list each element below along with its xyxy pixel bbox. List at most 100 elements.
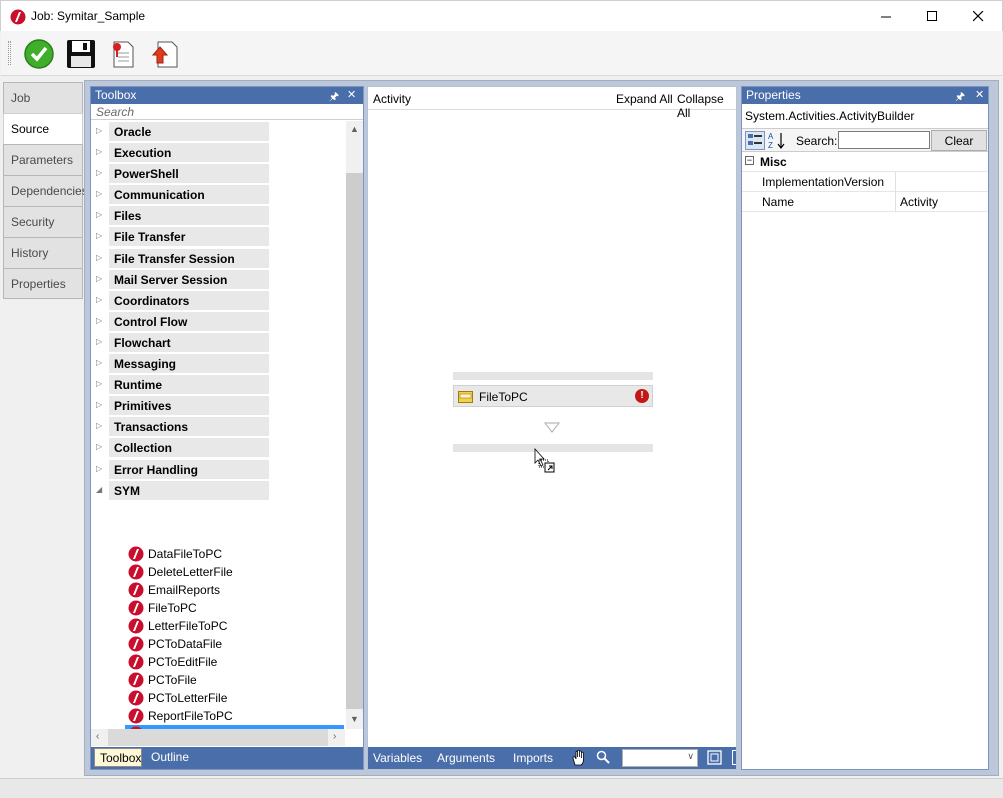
scroll-thumb[interactable] bbox=[346, 173, 363, 709]
designer-breadcrumb[interactable]: Activity bbox=[373, 92, 411, 106]
collapsed-triangle-icon[interactable]: ▷ bbox=[96, 295, 102, 304]
toolbox-category[interactable]: ◢ SYM bbox=[91, 480, 345, 501]
collapsed-triangle-icon[interactable]: ▷ bbox=[96, 337, 102, 346]
minimize-button[interactable] bbox=[863, 1, 909, 31]
check-in-button[interactable] bbox=[22, 37, 56, 71]
collapsed-triangle-icon[interactable]: ▷ bbox=[96, 442, 102, 451]
close-button[interactable] bbox=[955, 1, 1001, 31]
tab-toolbox[interactable]: Toolbox bbox=[94, 748, 142, 767]
properties-page-button[interactable] bbox=[106, 37, 140, 71]
toolbox-item[interactable]: ReportFileToPC bbox=[91, 707, 345, 725]
collapsed-triangle-icon[interactable]: ▷ bbox=[96, 210, 102, 219]
pin-icon[interactable]: 🖈 bbox=[955, 88, 965, 107]
toolbox-item[interactable]: PCToEditFile bbox=[91, 653, 345, 671]
imports-button[interactable]: Imports bbox=[513, 751, 553, 765]
fit-to-screen-icon[interactable] bbox=[707, 750, 722, 765]
toolbox-horizontal-scrollbar[interactable]: ‹ › bbox=[91, 729, 345, 746]
property-value[interactable]: Activity bbox=[895, 192, 988, 212]
activity-filetopc[interactable]: FileToPC ! bbox=[453, 385, 653, 407]
upload-button[interactable] bbox=[148, 37, 182, 71]
toolbox-category[interactable]: ▷ Coordinators bbox=[91, 290, 345, 311]
toolbox-item[interactable]: LetterFileToPC bbox=[91, 617, 345, 635]
clear-button[interactable]: Clear bbox=[931, 130, 987, 151]
toolbox-category[interactable]: ▷ Flowchart bbox=[91, 332, 345, 353]
toolbox-item[interactable]: FileToPC bbox=[91, 599, 345, 617]
collapsed-triangle-icon[interactable]: ▷ bbox=[96, 464, 102, 473]
side-tab-parameters[interactable]: Parameters bbox=[3, 144, 83, 175]
toolbox-category[interactable]: ▷ Execution bbox=[91, 142, 345, 163]
expanded-triangle-icon[interactable]: ◢ bbox=[96, 485, 102, 494]
toolbox-category[interactable]: ▷ Files bbox=[91, 205, 345, 226]
collapsed-triangle-icon[interactable]: ▷ bbox=[96, 168, 102, 177]
property-row-name[interactable]: Name Activity bbox=[742, 192, 988, 212]
toolbox-category[interactable]: ▷ Error Handling bbox=[91, 459, 345, 480]
save-button[interactable] bbox=[64, 37, 98, 71]
toolbox-category[interactable]: ▷ Collection bbox=[91, 437, 345, 458]
toolbox-vertical-scrollbar[interactable]: ▲ ▼ bbox=[346, 121, 363, 729]
overview-icon[interactable] bbox=[732, 750, 736, 765]
toolbox-category[interactable]: ▷ PowerShell bbox=[91, 163, 345, 184]
toolbox-item[interactable]: PCToLetterFile bbox=[91, 689, 345, 707]
collapsed-triangle-icon[interactable]: ▷ bbox=[96, 400, 102, 409]
collapsed-triangle-icon[interactable]: ▷ bbox=[96, 231, 102, 240]
property-row-implementationversion[interactable]: ImplementationVersion bbox=[742, 172, 988, 192]
toolbox-category[interactable]: ▷ File Transfer Session bbox=[91, 248, 345, 269]
scroll-left-icon[interactable]: ‹ bbox=[96, 731, 99, 742]
categorized-view-button[interactable] bbox=[745, 131, 765, 150]
toolbox-item[interactable]: PCToDataFile bbox=[91, 635, 345, 653]
property-value[interactable] bbox=[895, 172, 988, 192]
maximize-button[interactable] bbox=[909, 1, 955, 31]
toolbar-grip[interactable] bbox=[8, 41, 11, 65]
scroll-up-icon[interactable]: ▲ bbox=[350, 124, 359, 134]
collapsed-triangle-icon[interactable]: ▷ bbox=[96, 253, 102, 262]
collapsed-triangle-icon[interactable]: ▷ bbox=[96, 316, 102, 325]
scroll-right-icon[interactable]: › bbox=[333, 731, 336, 742]
side-tab-dependencies[interactable]: Dependencies bbox=[3, 175, 88, 206]
side-tab-security[interactable]: Security bbox=[3, 206, 83, 237]
expand-all-button[interactable]: Expand All bbox=[616, 92, 673, 106]
toolbox-item[interactable]: DataFileToPC bbox=[91, 545, 345, 563]
zoom-level-dropdown[interactable]: ∨ bbox=[622, 749, 698, 767]
toolbox-close-icon[interactable]: ✕ bbox=[347, 88, 356, 101]
toolbox-item[interactable]: DeleteLetterFile bbox=[91, 563, 345, 581]
toolbox-category[interactable]: ▷ Communication bbox=[91, 184, 345, 205]
sequence-drop-zone-top[interactable] bbox=[453, 372, 653, 380]
toolbox-search-input[interactable]: Search bbox=[91, 104, 363, 120]
toolbox-item[interactable]: PCToFile bbox=[91, 671, 345, 689]
toolbox-category[interactable]: ▷ Messaging bbox=[91, 353, 345, 374]
zoom-search-icon[interactable] bbox=[596, 750, 610, 764]
alphabetical-sort-button[interactable]: A Z bbox=[767, 131, 787, 150]
collapsed-triangle-icon[interactable]: ▷ bbox=[96, 421, 102, 430]
side-tab-history[interactable]: History bbox=[3, 237, 83, 268]
toolbox-category[interactable]: ▷ Mail Server Session bbox=[91, 269, 345, 290]
collapsed-triangle-icon[interactable]: ▷ bbox=[96, 189, 102, 198]
toolbox-category[interactable]: ▷ File Transfer bbox=[91, 226, 345, 247]
hscroll-thumb[interactable] bbox=[108, 729, 328, 746]
side-tab-properties[interactable]: Properties bbox=[3, 268, 83, 299]
property-group-misc[interactable]: − Misc bbox=[742, 152, 988, 172]
properties-close-icon[interactable]: ✕ bbox=[975, 88, 984, 101]
toolbox-item[interactable]: EmailReports bbox=[91, 581, 345, 599]
side-tab-source[interactable]: Source bbox=[3, 113, 83, 144]
collapsed-triangle-icon[interactable]: ▷ bbox=[96, 379, 102, 388]
error-icon[interactable]: ! bbox=[635, 389, 649, 403]
collapsed-triangle-icon[interactable]: ▷ bbox=[96, 274, 102, 283]
collapsed-triangle-icon[interactable]: ▷ bbox=[96, 126, 102, 135]
arguments-button[interactable]: Arguments bbox=[437, 751, 495, 765]
collapsed-triangle-icon[interactable]: ▷ bbox=[96, 358, 102, 367]
property-search-input[interactable] bbox=[838, 131, 930, 149]
toolbox-category[interactable]: ▷ Oracle bbox=[91, 121, 345, 142]
scroll-down-icon[interactable]: ▼ bbox=[350, 714, 359, 724]
toolbox-category[interactable]: ▷ Runtime bbox=[91, 374, 345, 395]
toolbox-category[interactable]: ▷ Primitives bbox=[91, 395, 345, 416]
pin-icon[interactable]: 🖈 bbox=[329, 88, 339, 107]
pan-hand-icon[interactable] bbox=[571, 749, 587, 766]
designer-canvas[interactable]: FileToPC ! bbox=[368, 110, 736, 747]
collapsed-triangle-icon[interactable]: ▷ bbox=[96, 147, 102, 156]
variables-button[interactable]: Variables bbox=[373, 751, 422, 765]
toolbox-category[interactable]: ▷ Control Flow bbox=[91, 311, 345, 332]
tab-outline[interactable]: Outline bbox=[146, 748, 189, 767]
side-tab-job[interactable]: Job bbox=[3, 82, 83, 113]
collapse-icon[interactable]: − bbox=[745, 156, 754, 165]
toolbox-category[interactable]: ▷ Transactions bbox=[91, 416, 345, 437]
